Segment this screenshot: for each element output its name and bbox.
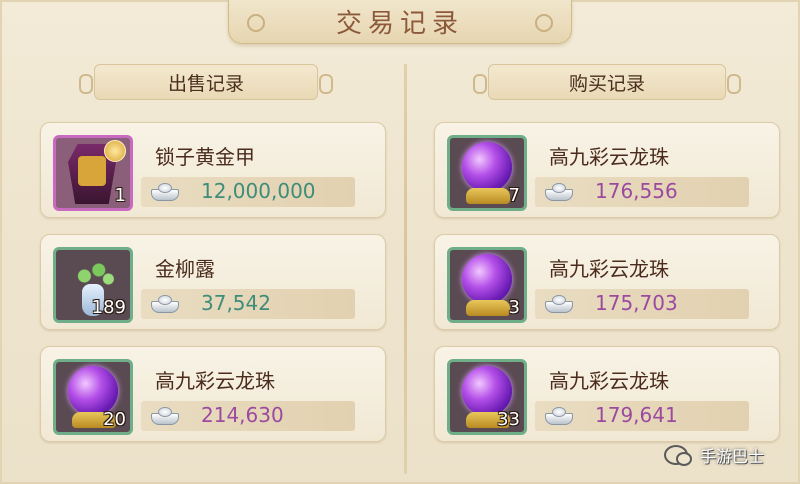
title-plate: 交易记录 [228, 0, 572, 44]
watermark: 手游巴士 [664, 440, 784, 470]
silver-ingot-icon [151, 405, 179, 427]
page-title: 交易记录 [335, 9, 464, 39]
item-name: 高九彩云龙珠 [549, 369, 669, 393]
item-slot[interactable]: 7 [447, 135, 527, 211]
item-name: 高九彩云龙珠 [549, 257, 669, 281]
silver-ingot-icon [151, 293, 179, 315]
price-bar: 12,000,000 [141, 177, 355, 207]
buy-records-header: 购买记录 [473, 64, 741, 100]
item-slot[interactable]: 189 [53, 247, 133, 323]
item-slot[interactable]: 3 [447, 247, 527, 323]
item-slot[interactable]: 20 [53, 359, 133, 435]
item-name: 锁子黄金甲 [155, 145, 255, 169]
column-divider [404, 64, 407, 474]
item-quantity: 189 [91, 297, 126, 318]
pearl-stand [466, 188, 510, 204]
price-bar: 179,641 [535, 401, 749, 431]
item-name: 金柳露 [155, 257, 215, 281]
item-quantity: 1 [114, 185, 126, 206]
item-quantity: 33 [497, 409, 520, 430]
item-quantity: 3 [508, 297, 520, 318]
buy-record-item[interactable]: 3 高九彩云龙珠 175,703 [434, 234, 780, 330]
sell-record-item[interactable]: 20 高九彩云龙珠 214,630 [40, 346, 386, 442]
item-name: 高九彩云龙珠 [155, 369, 275, 393]
item-price: 175,703 [595, 291, 678, 315]
price-bar: 175,703 [535, 289, 749, 319]
item-price: 179,641 [595, 403, 678, 427]
item-slot[interactable]: 1 [53, 135, 133, 211]
silver-ingot-icon [545, 405, 573, 427]
sell-records-header: 出售记录 [79, 64, 333, 100]
item-quantity: 20 [103, 409, 126, 430]
price-bar: 176,556 [535, 177, 749, 207]
pearl-stand [466, 300, 510, 316]
item-price: 176,556 [595, 179, 678, 203]
silver-ingot-icon [151, 181, 179, 203]
sell-record-item[interactable]: 1 锁子黄金甲 12,000,000 [40, 122, 386, 218]
wechat-icon [664, 445, 692, 466]
buy-record-item[interactable]: 33 高九彩云龙珠 179,641 [434, 346, 780, 442]
silver-ingot-icon [545, 181, 573, 203]
dragon-pearl-icon [462, 142, 512, 192]
item-price: 214,630 [201, 403, 284, 427]
watermark-text: 手游巴士 [700, 447, 765, 466]
dragon-pearl-icon [462, 254, 512, 304]
armor-detail [78, 156, 106, 186]
item-slot[interactable]: 33 [447, 359, 527, 435]
item-price: 12,000,000 [201, 179, 316, 203]
buy-records-column: 购买记录 7 高九彩云龙珠 176,556 3 高九彩云龙珠 175,703 3… [434, 56, 780, 476]
price-bar: 214,630 [141, 401, 355, 431]
item-quantity: 7 [508, 185, 520, 206]
silver-ingot-icon [545, 293, 573, 315]
item-name: 高九彩云龙珠 [549, 145, 669, 169]
buy-record-item[interactable]: 7 高九彩云龙珠 176,556 [434, 122, 780, 218]
price-bar: 37,542 [141, 289, 355, 319]
sell-records-column: 出售记录 1 锁子黄金甲 12,000,000 189 金柳露 37,542 2… [40, 56, 386, 476]
sell-record-item[interactable]: 189 金柳露 37,542 [40, 234, 386, 330]
rank-badge-icon [104, 140, 126, 162]
item-price: 37,542 [201, 291, 271, 315]
